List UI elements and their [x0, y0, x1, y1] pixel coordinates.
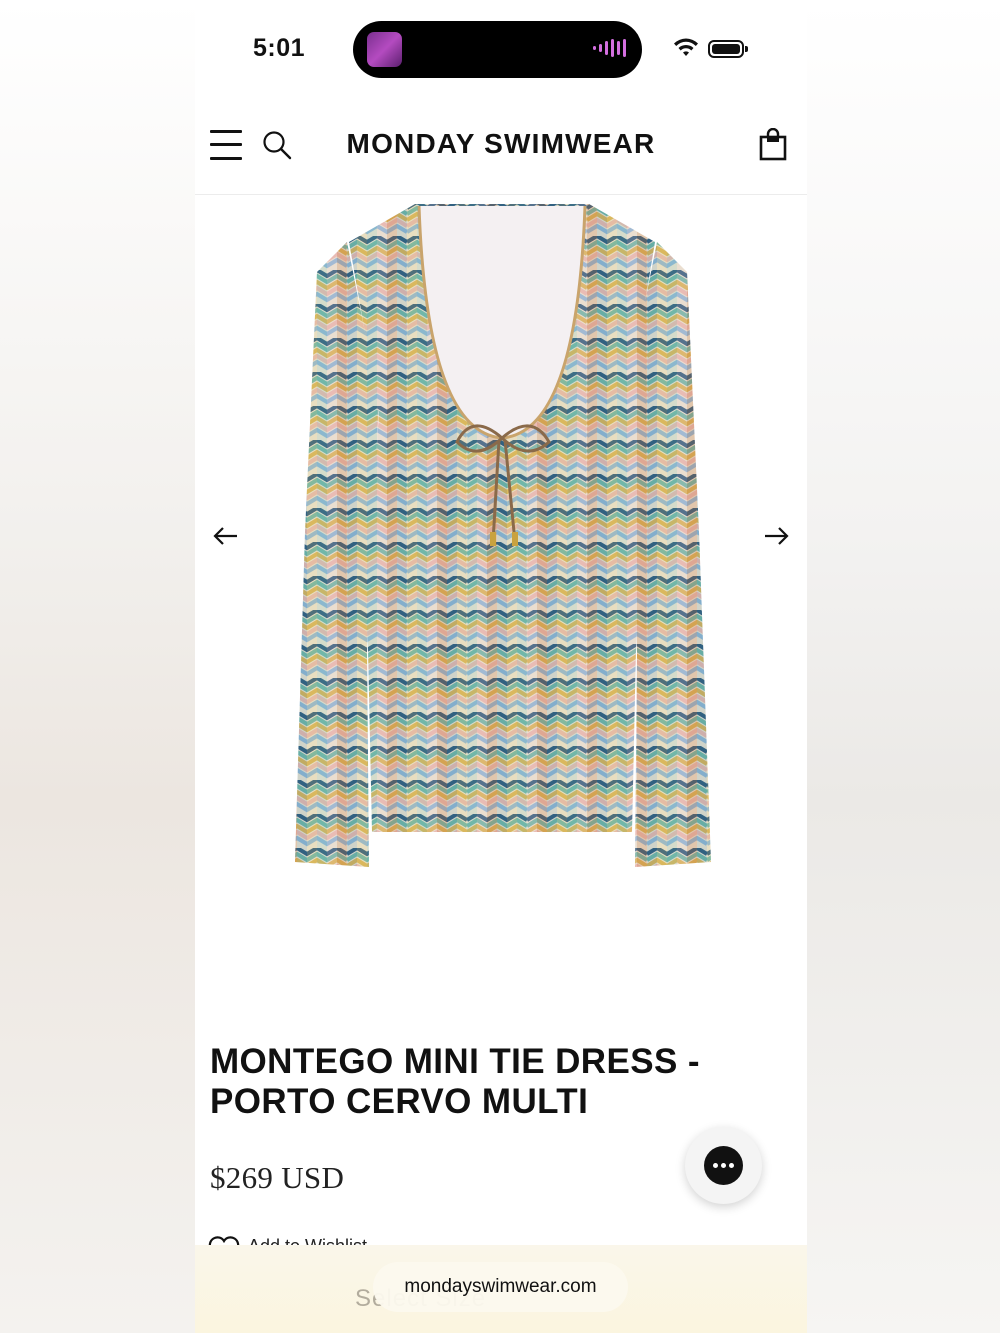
product-image-gallery[interactable] — [195, 196, 807, 996]
add-to-wishlist[interactable]: Add to Wishlist — [208, 1234, 408, 1245]
url-text: mondayswimwear.com — [404, 1276, 597, 1297]
product-title: MONTEGO MINI TIE DRESS - PORTO CERVO MUL… — [210, 1042, 770, 1122]
now-playing-artwork — [367, 32, 402, 67]
dynamic-island[interactable] — [353, 21, 642, 78]
background-right — [807, 0, 1000, 1333]
battery-icon — [708, 40, 744, 58]
previous-image-arrow-icon[interactable] — [211, 521, 241, 551]
site-header: MONDAY SWIMWEAR — [195, 100, 807, 195]
url-bar[interactable]: mondayswimwear.com — [373, 1262, 628, 1312]
battery-tip — [745, 46, 748, 52]
background-left — [0, 0, 195, 1333]
phone-screen: 5:01 MONDAY SWIMWEAR MONTEGO MINI TIE DR… — [195, 0, 807, 1245]
wishlist-label: Add to Wishlist — [248, 1236, 367, 1245]
chat-bubble-icon — [704, 1146, 743, 1185]
product-title-line2: PORTO CERVO MULTI — [210, 1082, 589, 1121]
product-title-line1: MONTEGO MINI TIE DRESS - — [210, 1042, 700, 1081]
product-price: $269 USD — [210, 1160, 345, 1195]
chat-button[interactable] — [685, 1127, 762, 1204]
shopping-bag-icon[interactable] — [759, 128, 787, 161]
heart-icon — [208, 1236, 240, 1245]
product-image — [295, 204, 711, 867]
next-image-arrow-icon[interactable] — [761, 521, 791, 551]
status-time: 5:01 — [253, 34, 306, 62]
brand-logo[interactable]: MONDAY SWIMWEAR — [195, 128, 807, 160]
wifi-icon — [674, 38, 698, 56]
audio-waveform-icon — [593, 39, 626, 57]
